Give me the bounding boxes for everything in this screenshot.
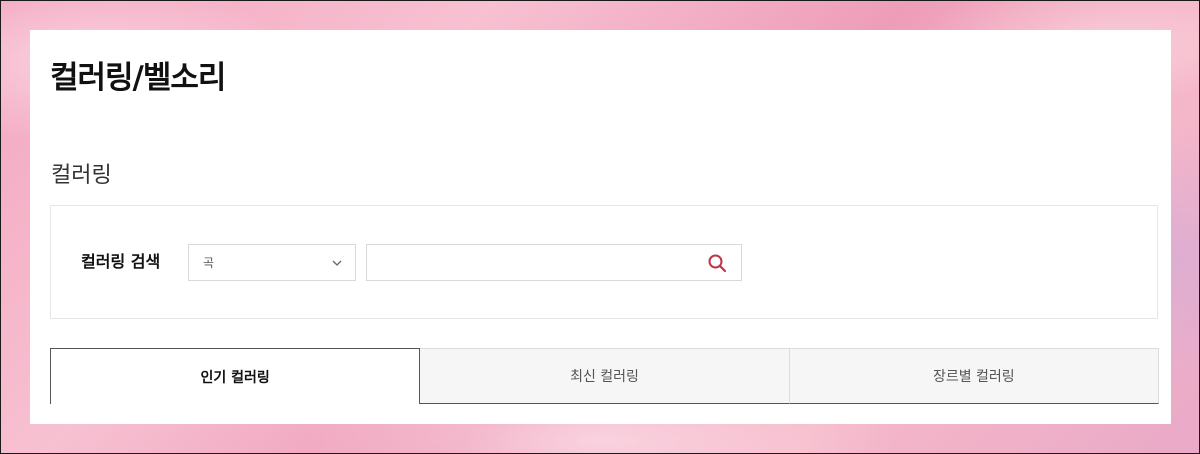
search-type-select[interactable]: 곡 xyxy=(188,244,356,281)
select-value: 곡 xyxy=(203,256,215,270)
search-icon[interactable] xyxy=(707,253,727,273)
search-input[interactable] xyxy=(367,245,707,278)
section-title: 컬러링 xyxy=(51,163,112,188)
chevron-down-icon xyxy=(332,260,342,266)
tab-genre[interactable]: 장르별 컬러링 xyxy=(789,348,1159,404)
tab-latest[interactable]: 최신 컬러링 xyxy=(420,348,790,404)
tab-popular[interactable]: 인기 컬러링 xyxy=(50,348,421,404)
search-field xyxy=(366,244,742,281)
tab-bar: 인기 컬러링 최신 컬러링 장르별 컬러링 xyxy=(50,348,1159,404)
search-label: 컬러링 검색 xyxy=(81,252,161,271)
search-box: 컬러링 검색 곡 xyxy=(50,205,1158,319)
content-panel: 컬러링/벨소리 컬러링 컬러링 검색 곡 인기 컬러링 최신 컬러링 장르별 컬… xyxy=(30,30,1171,424)
page-title: 컬러링/벨소리 xyxy=(50,60,226,96)
